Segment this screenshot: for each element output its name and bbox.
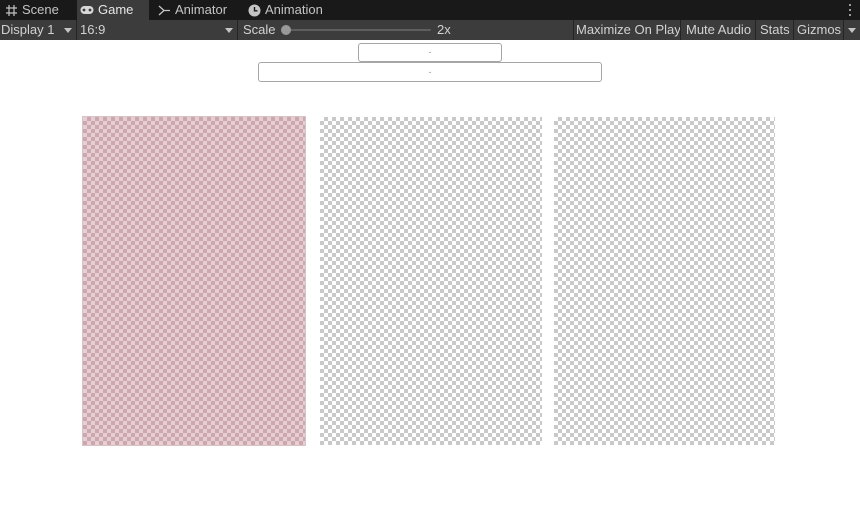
wide-field[interactable]: - (258, 62, 602, 82)
display-dropdown[interactable]: Display 1 (0, 20, 76, 40)
stats-toggle[interactable]: Stats (760, 20, 790, 40)
divider (573, 20, 574, 40)
divider (755, 20, 756, 40)
gamepad-icon (80, 3, 94, 17)
more-menu-icon[interactable] (846, 2, 854, 18)
tab-animator[interactable]: Animator (153, 0, 243, 20)
grid-icon (4, 3, 18, 17)
divider (793, 20, 794, 40)
tab-label: Scene (22, 2, 59, 17)
scale-slider[interactable] (281, 20, 431, 40)
tab-game[interactable]: Game (77, 0, 149, 20)
scale-slider-track (286, 29, 431, 31)
clock-icon (247, 3, 261, 17)
window-tab-bar: Scene Game Animator Animation (0, 0, 860, 20)
chevron-down-icon (64, 28, 72, 33)
scale-label: Scale (243, 22, 276, 37)
aspect-dropdown[interactable]: 16:9 (77, 20, 237, 40)
divider (237, 20, 238, 40)
game-toolbar: Display 1 16:9 Scale 2x Maximize On Play… (0, 20, 860, 40)
tab-label: Game (98, 2, 134, 17)
chevron-down-icon (225, 28, 233, 33)
gizmos-dropdown-icon[interactable] (848, 28, 856, 33)
wide-field-text: - (428, 66, 432, 77)
gizmos-toggle[interactable]: Gizmos (797, 20, 841, 40)
divider (680, 20, 681, 40)
card-slot-2[interactable] (320, 117, 542, 445)
aspect-dropdown-label: 16:9 (80, 22, 106, 37)
top-field[interactable]: - (358, 43, 502, 62)
scale-slider-thumb[interactable] (281, 25, 291, 35)
divider (843, 20, 844, 40)
scale-value: 2x (437, 22, 451, 37)
display-dropdown-label: Display 1 (1, 22, 55, 37)
top-field-text: - (428, 47, 432, 57)
tab-animation[interactable]: Animation (243, 0, 343, 20)
animator-icon (157, 3, 171, 17)
mute-audio-toggle[interactable]: Mute Audio (686, 20, 751, 40)
tab-label: Animation (265, 2, 323, 17)
card-slot-1[interactable] (82, 116, 306, 446)
maximize-on-play-toggle[interactable]: Maximize On Play (576, 20, 681, 40)
tab-label: Animator (175, 2, 228, 17)
card-slot-3[interactable] (554, 117, 775, 445)
tab-scene[interactable]: Scene (0, 0, 80, 20)
